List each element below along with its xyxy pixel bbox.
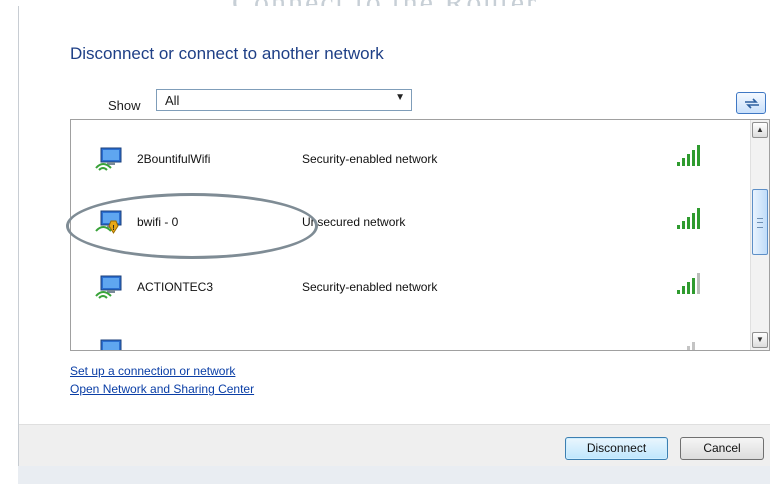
setup-connection-link[interactable]: Set up a connection or network: [70, 364, 235, 378]
network-name: 2BountifulWifi: [137, 152, 211, 166]
refresh-icon: [745, 98, 759, 109]
network-name: ACTIONTEC3: [137, 280, 214, 294]
dialog-footer: Disconnect Cancel: [19, 424, 770, 467]
unsecured-network-icon: !: [95, 210, 122, 234]
network-row-partial[interactable]: [71, 326, 731, 350]
cancel-button[interactable]: Cancel: [680, 437, 764, 460]
signal-strength-icon: [687, 342, 695, 350]
show-filter-select[interactable]: All ▼: [156, 89, 412, 111]
list-scrollbar[interactable]: ▲ ▼: [750, 120, 769, 350]
grip-icon: [757, 218, 763, 228]
show-filter-value: All: [165, 93, 180, 108]
scroll-down-button[interactable]: ▼: [752, 332, 768, 348]
refresh-button[interactable]: [736, 92, 766, 114]
signal-strength-icon: [677, 273, 700, 294]
network-status: Security-enabled network: [302, 152, 438, 166]
network-sharing-center-link[interactable]: Open Network and Sharing Center: [70, 382, 254, 396]
network-status: Security-enabled network: [302, 280, 438, 294]
window-bottom-edge: [18, 466, 770, 484]
svg-text:!: !: [112, 225, 114, 232]
connect-to-network-dialog: Disconnect or connect to another network…: [18, 6, 770, 467]
network-row[interactable]: ! bwifi - 0 Unsecured network: [71, 193, 731, 253]
disconnect-button[interactable]: Disconnect: [565, 437, 668, 460]
scroll-up-button[interactable]: ▲: [752, 122, 768, 138]
wireless-network-icon: [100, 339, 122, 350]
network-status: Unsecured network: [302, 215, 406, 229]
network-name: bwifi - 0: [137, 215, 179, 229]
signal-strength-icon: [677, 145, 700, 166]
network-list: 2BountifulWifi Security-enabled network …: [70, 119, 770, 351]
dialog-heading: Disconnect or connect to another network: [70, 44, 384, 63]
network-row[interactable]: ACTIONTEC3 Security-enabled network: [71, 258, 731, 318]
show-label: Show: [108, 98, 141, 113]
network-row[interactable]: 2BountifulWifi Security-enabled network: [71, 130, 731, 190]
chevron-down-icon: ▼: [395, 92, 405, 103]
scroll-thumb[interactable]: [752, 189, 768, 255]
wireless-network-icon: [95, 147, 122, 171]
wireless-network-icon: [95, 275, 122, 299]
signal-strength-icon: [677, 208, 700, 229]
